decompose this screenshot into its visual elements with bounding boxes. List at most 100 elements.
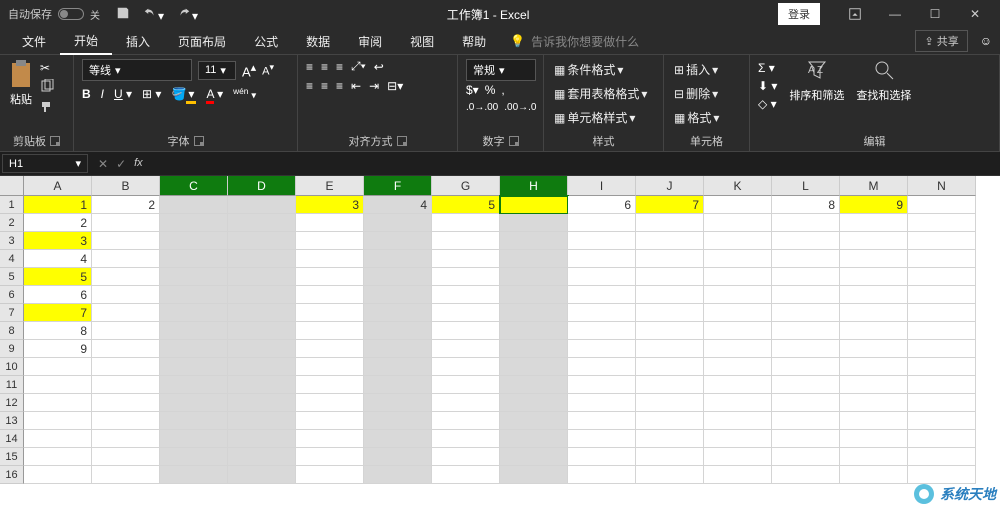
cell-F9[interactable]	[364, 340, 432, 358]
cell-A3[interactable]: 3	[24, 232, 92, 250]
cell-D4[interactable]	[228, 250, 296, 268]
fill-color-button[interactable]: 🪣▾	[171, 87, 196, 101]
col-header-J[interactable]: J	[636, 176, 704, 196]
cell-C7[interactable]	[160, 304, 228, 322]
worksheet-grid[interactable]: ABCDEFGHIJKLMN 12345678910111213141516 1…	[0, 176, 1000, 514]
decrease-decimal-icon[interactable]: .00→.0	[504, 102, 536, 113]
enter-formula-icon[interactable]: ✓	[116, 157, 126, 171]
cell-A7[interactable]: 7	[24, 304, 92, 322]
cell-styles-button[interactable]: ▦ 单元格样式▾	[552, 107, 637, 128]
row-header-15[interactable]: 15	[0, 448, 24, 466]
copy-icon[interactable]	[40, 79, 54, 96]
cell-N1[interactable]	[908, 196, 976, 214]
row-header-3[interactable]: 3	[0, 232, 24, 250]
col-header-A[interactable]: A	[24, 176, 92, 196]
cell-H2[interactable]	[500, 214, 568, 232]
cell-C15[interactable]	[160, 448, 228, 466]
tab-file[interactable]: 文件	[8, 29, 60, 54]
cell-B3[interactable]	[92, 232, 160, 250]
row-header-4[interactable]: 4	[0, 250, 24, 268]
cell-A1[interactable]: 1	[24, 196, 92, 214]
col-header-B[interactable]: B	[92, 176, 160, 196]
cell-H10[interactable]	[500, 358, 568, 376]
name-box[interactable]: H1▾	[2, 154, 88, 173]
cell-I7[interactable]	[568, 304, 636, 322]
cell-G14[interactable]	[432, 430, 500, 448]
cell-N14[interactable]	[908, 430, 976, 448]
col-header-L[interactable]: L	[772, 176, 840, 196]
cell-G4[interactable]	[432, 250, 500, 268]
cell-D14[interactable]	[228, 430, 296, 448]
cell-M14[interactable]	[840, 430, 908, 448]
cell-J9[interactable]	[636, 340, 704, 358]
cell-F4[interactable]	[364, 250, 432, 268]
row-header-2[interactable]: 2	[0, 214, 24, 232]
smile-icon[interactable]: ☺	[980, 34, 992, 48]
cell-B14[interactable]	[92, 430, 160, 448]
align-launcher[interactable]	[397, 136, 407, 146]
cell-E5[interactable]	[296, 268, 364, 286]
cell-K7[interactable]	[704, 304, 772, 322]
cell-C3[interactable]	[160, 232, 228, 250]
cell-H16[interactable]	[500, 466, 568, 484]
cell-J6[interactable]	[636, 286, 704, 304]
cell-C13[interactable]	[160, 412, 228, 430]
cell-K5[interactable]	[704, 268, 772, 286]
underline-button[interactable]: U ▾	[114, 87, 132, 101]
cell-E8[interactable]	[296, 322, 364, 340]
cell-E2[interactable]	[296, 214, 364, 232]
col-header-G[interactable]: G	[432, 176, 500, 196]
cell-J8[interactable]	[636, 322, 704, 340]
cell-E13[interactable]	[296, 412, 364, 430]
cell-E4[interactable]	[296, 250, 364, 268]
cell-L6[interactable]	[772, 286, 840, 304]
cell-B16[interactable]	[92, 466, 160, 484]
cell-N12[interactable]	[908, 394, 976, 412]
cell-L2[interactable]	[772, 214, 840, 232]
cell-J4[interactable]	[636, 250, 704, 268]
cell-I6[interactable]	[568, 286, 636, 304]
cell-M16[interactable]	[840, 466, 908, 484]
cell-M6[interactable]	[840, 286, 908, 304]
cell-A15[interactable]	[24, 448, 92, 466]
cell-E9[interactable]	[296, 340, 364, 358]
row-header-10[interactable]: 10	[0, 358, 24, 376]
cell-G7[interactable]	[432, 304, 500, 322]
redo-icon[interactable]: ▾	[176, 6, 198, 23]
cell-A5[interactable]: 5	[24, 268, 92, 286]
cell-J2[interactable]	[636, 214, 704, 232]
cell-J1[interactable]: 7	[636, 196, 704, 214]
cell-I4[interactable]	[568, 250, 636, 268]
cell-N3[interactable]	[908, 232, 976, 250]
cell-E6[interactable]	[296, 286, 364, 304]
cell-I2[interactable]	[568, 214, 636, 232]
cell-H7[interactable]	[500, 304, 568, 322]
cell-J3[interactable]	[636, 232, 704, 250]
undo-icon[interactable]: ▾	[142, 6, 164, 23]
cell-H13[interactable]	[500, 412, 568, 430]
cell-I16[interactable]	[568, 466, 636, 484]
cell-I9[interactable]	[568, 340, 636, 358]
cell-B5[interactable]	[92, 268, 160, 286]
cell-J14[interactable]	[636, 430, 704, 448]
cell-L16[interactable]	[772, 466, 840, 484]
sort-filter-icon[interactable]: A Z	[806, 59, 828, 85]
cell-I12[interactable]	[568, 394, 636, 412]
cell-D11[interactable]	[228, 376, 296, 394]
fx-icon[interactable]: fx	[134, 157, 143, 171]
cell-H9[interactable]	[500, 340, 568, 358]
cell-H8[interactable]	[500, 322, 568, 340]
cell-E10[interactable]	[296, 358, 364, 376]
cell-I3[interactable]	[568, 232, 636, 250]
font-launcher[interactable]	[194, 136, 204, 146]
cell-J12[interactable]	[636, 394, 704, 412]
cell-G13[interactable]	[432, 412, 500, 430]
cell-F2[interactable]	[364, 214, 432, 232]
conditional-format-button[interactable]: ▦ 条件格式▾	[552, 59, 625, 80]
align-bottom-icon[interactable]: ≡	[336, 60, 343, 74]
col-header-K[interactable]: K	[704, 176, 772, 196]
cell-I11[interactable]	[568, 376, 636, 394]
cell-F16[interactable]	[364, 466, 432, 484]
cell-F8[interactable]	[364, 322, 432, 340]
cell-L5[interactable]	[772, 268, 840, 286]
